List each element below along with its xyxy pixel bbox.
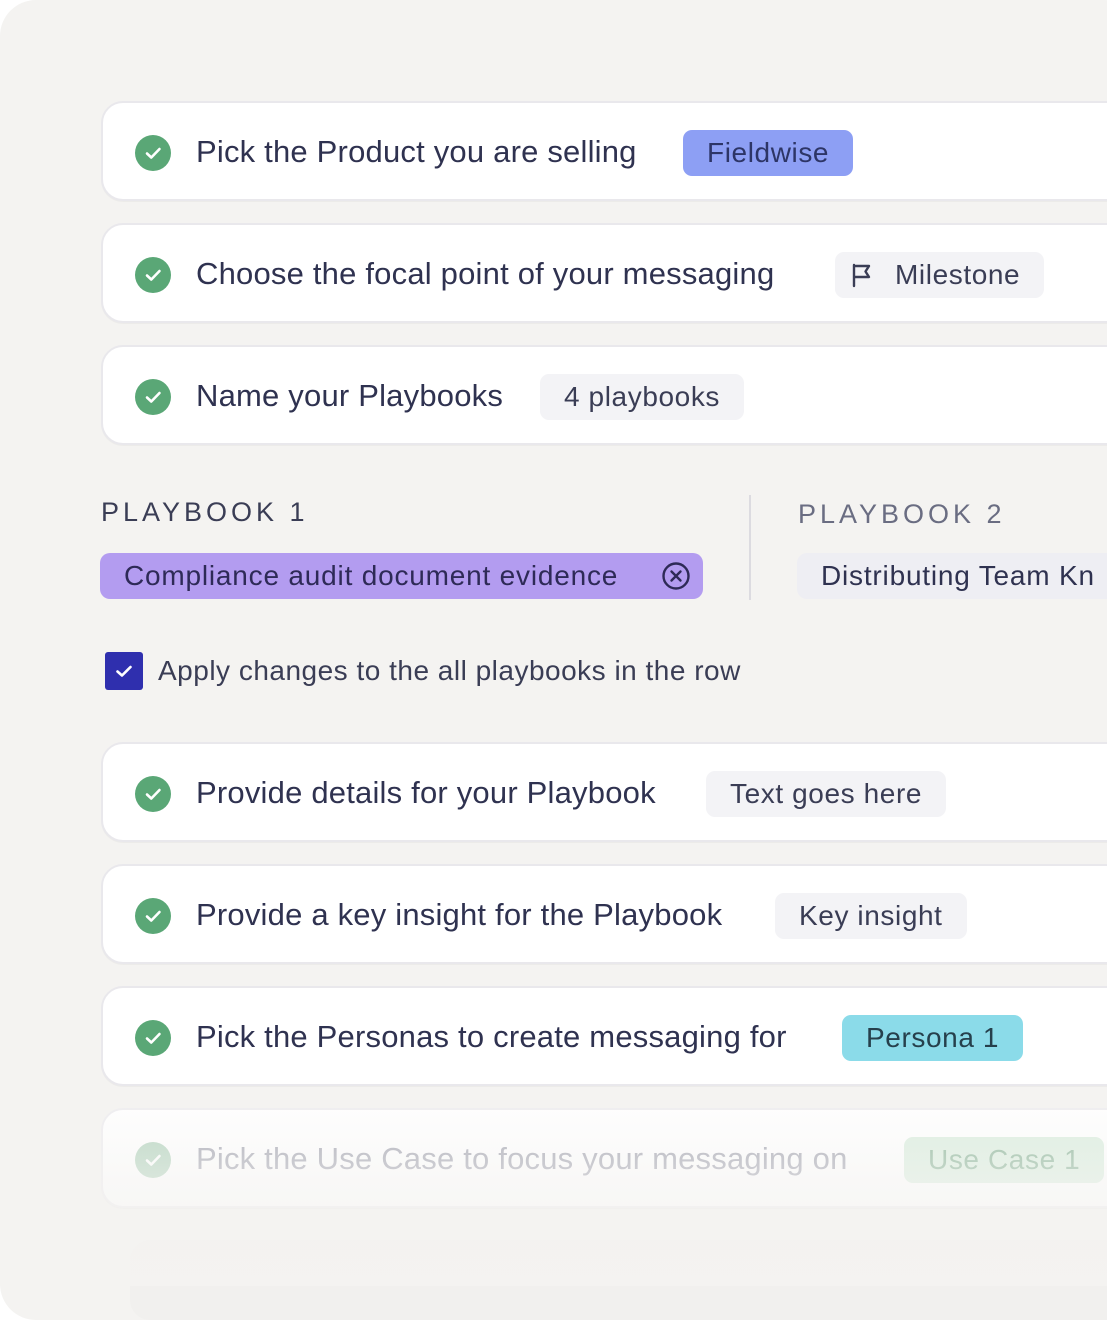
step-label: Choose the focal point of your messaging <box>196 256 775 291</box>
focal-point-chip[interactable]: Milestone <box>835 252 1045 298</box>
key-insight-chip[interactable]: Key insight <box>775 893 967 939</box>
step-playbook-details[interactable]: Provide details for your Playbook Text g… <box>101 742 1107 842</box>
step-label: Provide a key insight for the Playbook <box>196 897 723 932</box>
step-pick-product[interactable]: Pick the Product you are selling Fieldwi… <box>101 101 1107 201</box>
playbook-2-value: Distributing Team Kn <box>821 560 1095 591</box>
playbook-count-chip[interactable]: 4 playbooks <box>540 374 745 420</box>
step-label: Pick the Use Case to focus your messagin… <box>196 1141 848 1176</box>
step-label: Provide details for your Playbook <box>196 775 656 810</box>
step-personas[interactable]: Pick the Personas to create messaging fo… <box>101 986 1107 1086</box>
details-chip[interactable]: Text goes here <box>706 771 947 817</box>
playbook-1-heading: PLAYBOOK 1 <box>101 497 309 527</box>
product-chip[interactable]: Fieldwise <box>683 130 854 176</box>
playbook-2-heading: PLAYBOOK 2 <box>798 499 1006 529</box>
step-label: Pick the Product you are selling <box>196 134 637 169</box>
step-key-insight[interactable]: Provide a key insight for the Playbook K… <box>101 864 1107 964</box>
check-circle-icon <box>135 1142 171 1178</box>
check-circle-icon <box>135 898 171 934</box>
focal-point-chip-label: Milestone <box>895 259 1021 290</box>
apply-all-label: Apply changes to the all playbooks in th… <box>158 655 741 686</box>
playbook-2-chip[interactable]: Distributing Team Kn <box>797 553 1107 599</box>
playbook-1-value: Compliance audit document evidence <box>124 560 619 591</box>
playbook-1-chip[interactable]: Compliance audit document evidence <box>100 553 703 599</box>
persona-chip[interactable]: Persona 1 <box>842 1015 1024 1061</box>
playbook-divider <box>749 495 751 600</box>
next-step-placeholder <box>130 1240 1107 1320</box>
check-circle-icon <box>135 135 171 171</box>
check-circle-icon <box>135 379 171 415</box>
clear-icon[interactable] <box>661 561 691 591</box>
flag-icon <box>852 263 871 288</box>
check-circle-icon <box>135 1020 171 1056</box>
step-use-case[interactable]: Pick the Use Case to focus your messagin… <box>101 1108 1107 1208</box>
check-circle-icon <box>135 257 171 293</box>
step-focal-point[interactable]: Choose the focal point of your messaging… <box>101 223 1107 323</box>
step-name-playbooks[interactable]: Name your Playbooks 4 playbooks <box>101 345 1107 445</box>
use-case-chip[interactable]: Use Case 1 <box>904 1137 1105 1183</box>
checkmark-icon <box>116 665 132 677</box>
apply-all-checkbox[interactable] <box>105 652 143 690</box>
step-label: Name your Playbooks <box>196 378 504 413</box>
check-circle-icon <box>135 776 171 812</box>
step-label: Pick the Personas to create messaging fo… <box>196 1019 787 1054</box>
